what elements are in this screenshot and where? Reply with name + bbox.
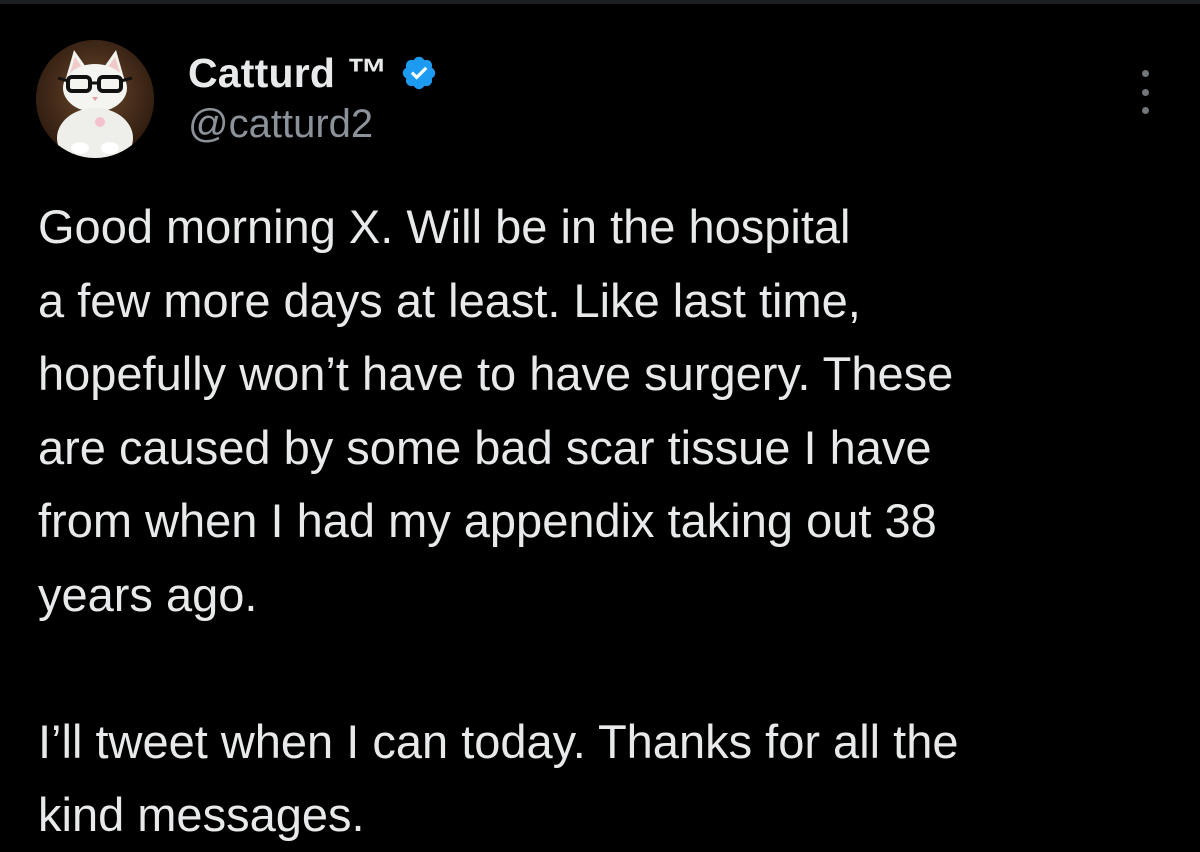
more-dot <box>1141 88 1149 96</box>
tweet-line: from when I had my appendix taking out 3… <box>38 494 937 547</box>
more-dot <box>1141 107 1149 114</box>
cat-avatar-icon <box>36 40 154 158</box>
display-name[interactable]: Catturd ™ <box>188 50 388 97</box>
tweet-line: years ago. <box>38 567 258 621</box>
name-row: Catturd ™ <box>188 48 438 98</box>
tweet-paragraph: I’ll tweet when I can today. Thanks for … <box>38 705 1168 852</box>
tweet-paragraph: Good morning X. Will be in the hospital … <box>38 190 1168 631</box>
top-divider <box>0 0 1200 4</box>
verified-badge-icon[interactable] <box>400 54 438 92</box>
tweet-line: are caused by some bad scar tissue I hav… <box>38 420 932 474</box>
tweet-line: Good morning X. Will be in the hospital <box>38 200 851 253</box>
more-options-icon[interactable] <box>1138 70 1152 114</box>
tweet-line: hopefully won’t have to have surgery. Th… <box>38 347 954 400</box>
user-handle[interactable]: @catturd2 <box>188 102 373 147</box>
tweet-line: kind messages. <box>38 788 365 841</box>
avatar[interactable] <box>36 40 154 158</box>
tweet-header: Catturd ™ @catturd2 <box>36 40 1166 160</box>
tweet-text: Good morning X. Will be in the hospital … <box>38 190 1168 852</box>
more-dot <box>1141 70 1149 77</box>
tweet-line: I’ll tweet when I can today. Thanks for … <box>38 714 959 768</box>
tweet-line: a few more days at least. Like last time… <box>38 273 861 327</box>
